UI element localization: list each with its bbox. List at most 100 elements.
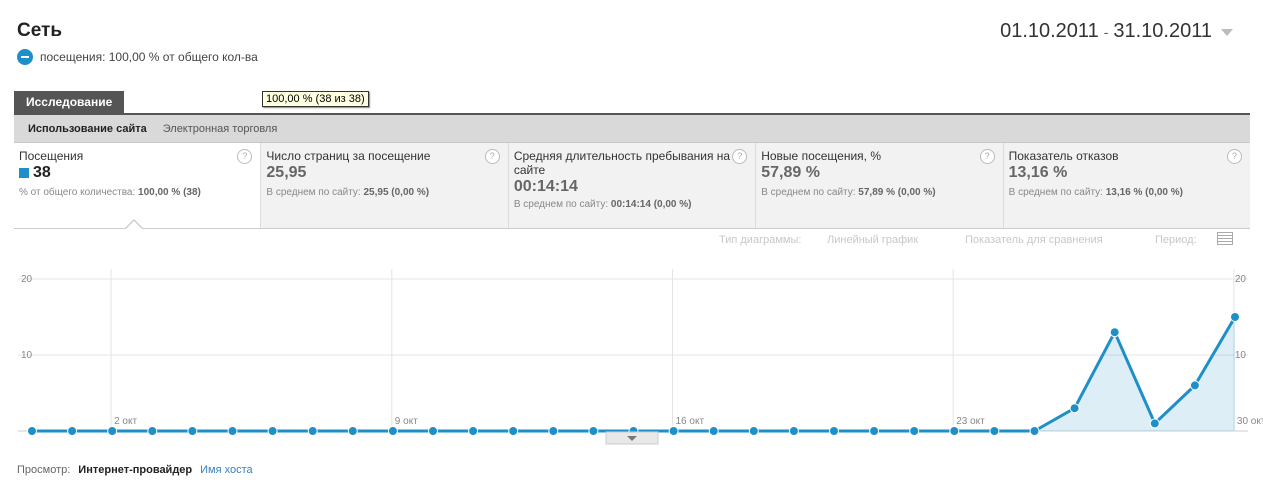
tab-explorer[interactable]: Исследование	[14, 91, 125, 113]
data-point	[788, 426, 799, 436]
y-tick-label-left: 10	[21, 350, 33, 361]
data-point	[909, 426, 920, 436]
data-point	[708, 426, 719, 436]
segment-indicator[interactable]: посещения: 100,00 % от общего кол-ва	[17, 49, 258, 65]
metric-sub-value: 57,89 % (0,00 %)	[858, 187, 936, 198]
chart-grid	[18, 269, 1248, 432]
metric-value: 00:14:14	[513, 178, 578, 195]
active-metric-pointer-inner	[125, 221, 143, 230]
metric-name: Показатель отказов	[1008, 149, 1119, 163]
metric-name: Новые посещения, %	[761, 149, 881, 163]
data-point	[508, 426, 519, 436]
data-point	[267, 426, 278, 436]
data-point	[1230, 312, 1240, 322]
metric-value: 38	[19, 164, 254, 182]
data-point	[548, 426, 559, 436]
data-point	[1189, 380, 1200, 391]
subtab-bar: Использование сайта Электронная торговля	[14, 115, 1250, 143]
series-line	[32, 316, 1237, 433]
metrics-row: Посещения 38 % от общего количества: 100…	[14, 143, 1251, 229]
metric-sub-value: 100,00 % (38)	[138, 187, 201, 198]
compare-metric-select[interactable]: Показатель для сравнения	[965, 234, 1103, 246]
metric-sub: % от общего количества: 100,00 % (38)	[19, 187, 254, 198]
data-point	[989, 426, 1000, 436]
x-tick-label: 30 окт	[1237, 416, 1263, 427]
data-point	[187, 426, 198, 436]
view-label: Просмотр:	[17, 464, 71, 476]
data-point	[428, 426, 438, 436]
list-view-icon[interactable]	[1217, 232, 1233, 245]
subtab-site-usage[interactable]: Использование сайта	[20, 123, 155, 135]
metric-sub-value: 13,16 % (0,00 %)	[1105, 187, 1183, 198]
data-point	[107, 426, 118, 436]
period-label: Период:	[1155, 234, 1197, 246]
data-point	[147, 426, 158, 436]
data-point	[387, 426, 398, 436]
data-point	[668, 426, 679, 436]
chart-type-label: Тип диаграммы:	[719, 234, 802, 246]
chart-scroll-handle	[605, 431, 659, 445]
metric-sub-label: В среднем по сайту:	[266, 187, 361, 198]
metric-sub-value: 25,95 (0,00 %)	[363, 187, 430, 198]
chart-type-select[interactable]: Линейный график	[827, 234, 918, 246]
metric-value: 57,89 %	[761, 164, 820, 181]
metric-value: 25,95	[266, 164, 307, 181]
metric-sub: В среднем по сайту: 13,16 % (0,00 %)	[1009, 187, 1244, 198]
data-point	[347, 426, 358, 436]
data-point	[27, 426, 37, 436]
data-point	[869, 426, 880, 436]
view-current[interactable]: Интернет-провайдер	[78, 464, 192, 476]
metric-visits[interactable]: Посещения 38 % от общего количества: 100…	[14, 143, 262, 228]
segment-label: посещения: 100,00 % от общего кол-ва	[40, 50, 258, 64]
data-point	[1069, 403, 1080, 414]
view-switcher: Просмотр: Интернет-провайдер Имя хоста	[17, 464, 253, 476]
series-swatch-icon	[19, 168, 29, 178]
data-point	[307, 426, 318, 436]
view-alt-link[interactable]: Имя хоста	[200, 464, 253, 476]
date-start: 01.10.2011	[1000, 20, 1099, 42]
x-tick-label: 9 окт	[395, 416, 418, 427]
metric-name: Посещения	[19, 149, 84, 163]
chevron-down-icon[interactable]	[1221, 29, 1233, 36]
y-tick-label-left: 20	[21, 274, 33, 285]
data-point	[1029, 426, 1040, 436]
visits-line-chart: 2 окт 9 окт 16 окт 23 окт 30 окт 10 10 20 20	[18, 269, 1263, 445]
metric-sub-label: В среднем по сайту:	[513, 199, 609, 210]
y-tick-label-right: 20	[1235, 274, 1247, 285]
subtab-ecommerce[interactable]: Электронная торговля	[155, 123, 286, 135]
data-point	[949, 426, 960, 436]
date-end: 31.10.2011	[1113, 20, 1212, 42]
metric-sub: В среднем по сайту: 00:14:14 (0,00 %)	[514, 199, 749, 210]
metric-sub: В среднем по сайту: 57,89 % (0,00 %)	[761, 187, 996, 198]
metric-new-visits[interactable]: Новые посещения, % 57,89 % В среднем по …	[756, 143, 1004, 228]
y-axis-labels: 10 10 20 20	[21, 274, 1246, 361]
data-point	[468, 426, 479, 436]
metric-bounce-rate[interactable]: Показатель отказов 13,16 % В среднем по …	[1003, 143, 1251, 228]
x-tick-label: 16 окт	[676, 416, 705, 427]
x-tick-label: 2 окт	[114, 416, 137, 427]
metric-name: Число страниц за посещение	[266, 149, 431, 163]
metric-avg-duration[interactable]: Средняя длительность пребывания на сайте…	[508, 143, 757, 228]
metric-name: Средняя длительность пребывания на сайте	[513, 149, 731, 177]
data-point	[1149, 418, 1160, 429]
data-point	[829, 426, 839, 436]
help-icon[interactable]: ?	[979, 149, 995, 164]
date-separator: -	[1103, 23, 1109, 40]
help-icon[interactable]: ?	[1227, 149, 1243, 164]
date-range-selector[interactable]: 01.10.2011 - 31.10.2011	[1000, 20, 1233, 43]
metric-value-text: 38	[33, 164, 51, 181]
tooltip: 100,00 % (38 из 38)	[262, 91, 369, 107]
data-point	[227, 426, 238, 436]
segment-pie-icon	[17, 49, 33, 65]
data-point	[748, 426, 759, 436]
page-title: Сеть	[17, 20, 63, 41]
data-point	[67, 426, 78, 436]
y-tick-label-right: 10	[1235, 350, 1247, 361]
chart-area	[32, 316, 1237, 433]
metric-sub-label: % от общего количества:	[19, 187, 136, 198]
metric-sub-value: 00:14:14 (0,00 %)	[610, 199, 692, 210]
data-point	[588, 426, 599, 436]
x-tick-label: 23 окт	[956, 416, 985, 427]
metric-pages-per-visit[interactable]: Число страниц за посещение 25,95 В средн…	[261, 143, 509, 228]
help-icon[interactable]: ?	[484, 149, 500, 164]
